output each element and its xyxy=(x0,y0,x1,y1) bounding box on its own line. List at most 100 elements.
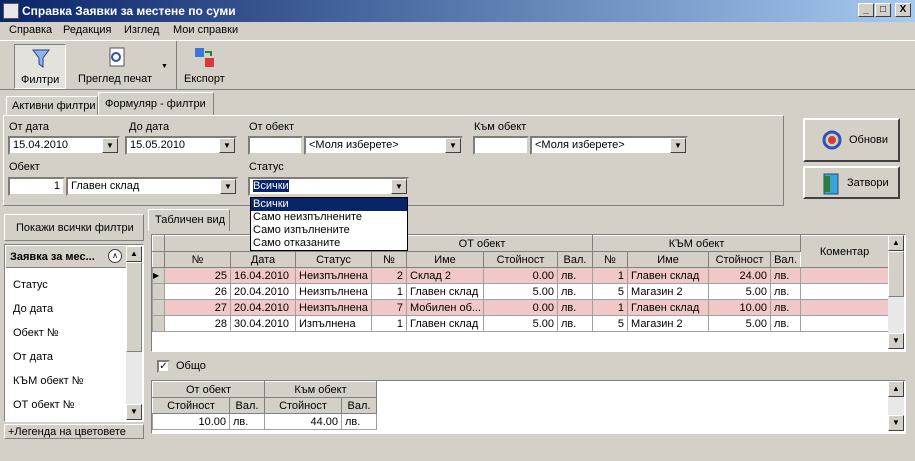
refresh-button[interactable]: Обнови xyxy=(803,118,900,162)
column-header[interactable]: № xyxy=(592,251,629,268)
close-window-button[interactable]: X xyxy=(895,3,911,17)
left-scrollbar[interactable]: ▲ ▼ xyxy=(126,246,142,420)
menu-view[interactable]: Изглед xyxy=(124,24,159,36)
filter-list-header[interactable]: Заявка за мес... ∧ xyxy=(6,246,127,268)
menu-spravka[interactable]: Справка xyxy=(9,24,52,36)
toolbar-separator xyxy=(176,41,177,89)
refresh-icon xyxy=(822,130,842,150)
to-object-code-field[interactable] xyxy=(473,136,529,155)
total-from-header: От обект xyxy=(152,381,265,398)
export-button[interactable]: Експорт xyxy=(181,44,231,89)
table-row: 10.00 лв. 44.00 лв. xyxy=(152,413,377,430)
scroll-thumb[interactable] xyxy=(126,262,142,352)
column-header[interactable]: Име xyxy=(406,251,484,268)
from-object-label: От обект xyxy=(249,121,295,133)
tab-form-filters[interactable]: Формуляр - филтри xyxy=(98,92,214,116)
grid-scrollbar[interactable]: ▲ ▼ xyxy=(888,235,904,349)
chevron-down-icon[interactable]: ▼ xyxy=(445,138,461,153)
menu-my-reports[interactable]: Мои справки xyxy=(173,24,238,36)
scroll-up-icon[interactable]: ▲ xyxy=(888,381,904,397)
total-to-header: Към обект xyxy=(264,381,377,398)
scroll-thumb[interactable] xyxy=(888,251,904,297)
status-option[interactable]: Само неизпълнените xyxy=(251,211,407,224)
column-header[interactable]: Вал. xyxy=(770,251,802,268)
to-date-field[interactable]: 15.05.2010 ▼ xyxy=(125,136,237,155)
data-grid: Заявк ОТ обект КЪМ обект Коментар № Дата… xyxy=(151,234,906,352)
object-label: Обект xyxy=(9,161,40,173)
tab-active-filters[interactable]: Активни филтри xyxy=(6,96,98,115)
list-item[interactable]: КЪМ обект № xyxy=(13,375,84,387)
column-header: Стойност xyxy=(152,397,230,414)
totals-grid: От обект Към обект Стойност Вал. Стойнос… xyxy=(151,380,906,434)
column-header[interactable]: Вал. xyxy=(556,251,594,268)
from-date-label: От дата xyxy=(9,121,49,133)
collapse-icon[interactable]: ∧ xyxy=(108,249,122,263)
column-header[interactable]: Стойност xyxy=(708,251,772,268)
total-label: Общо xyxy=(176,360,206,372)
app-icon xyxy=(3,3,19,19)
column-header[interactable]: Дата xyxy=(230,251,296,268)
funnel-icon xyxy=(32,49,50,68)
group-to-header: КЪМ обект xyxy=(592,235,802,252)
to-date-label: До дата xyxy=(129,121,170,133)
toolbar: Филтри Преглед печат ▼ Експорт xyxy=(0,40,915,90)
close-button[interactable]: Затвори xyxy=(803,166,900,199)
menu-bar: Справка Редакция Изглед Мои справки xyxy=(0,22,915,40)
chevron-down-icon[interactable]: ▼ xyxy=(391,179,407,194)
column-header[interactable]: Име xyxy=(627,251,710,268)
maximize-button[interactable]: □ xyxy=(875,3,891,17)
tab-table-view[interactable]: Табличен вид xyxy=(148,209,230,231)
object-select[interactable]: Главен склад ▼ xyxy=(66,177,238,196)
minimize-button[interactable]: _ xyxy=(858,3,874,17)
chevron-down-icon[interactable]: ▼ xyxy=(102,138,118,153)
print-dropdown-icon[interactable]: ▼ xyxy=(161,63,168,70)
from-object-code-field[interactable] xyxy=(248,136,303,155)
column-header[interactable]: № xyxy=(371,251,407,268)
status-option[interactable]: Само отказаните xyxy=(251,237,407,250)
status-dropdown-list: Всички Само неизпълнените Само изпълнени… xyxy=(250,197,408,251)
list-item[interactable]: До дата xyxy=(13,303,53,315)
list-item[interactable]: Статус xyxy=(13,279,48,291)
chevron-down-icon[interactable]: ▼ xyxy=(219,138,235,153)
show-all-filters-button[interactable]: Покажи всички филтри xyxy=(4,214,144,241)
filter-list: Заявка за мес... ∧ Статус До дата Обект … xyxy=(4,244,144,422)
object-code-field[interactable]: 1 xyxy=(8,177,65,196)
color-legend-toggle[interactable]: +Легенда на цветовете xyxy=(4,424,144,439)
column-header[interactable]: Статус xyxy=(295,251,372,268)
status-select[interactable]: Всички ▼ xyxy=(248,177,409,196)
status-option[interactable]: Всички xyxy=(251,198,407,211)
totals-scrollbar[interactable]: ▲ ▼ xyxy=(888,381,904,431)
to-object-label: Към обект xyxy=(474,121,527,133)
window-title: Справка Заявки за местене по суми xyxy=(22,4,236,18)
export-icon xyxy=(195,48,214,67)
list-item[interactable]: ОТ обект № xyxy=(13,399,75,411)
status-label: Статус xyxy=(249,161,284,173)
from-date-field[interactable]: 15.04.2010 ▼ xyxy=(8,136,120,155)
column-header[interactable]: № xyxy=(164,251,231,268)
menu-edit[interactable]: Редакция xyxy=(63,24,111,36)
list-item[interactable]: От дата xyxy=(13,351,53,363)
status-option[interactable]: Само изпълнените xyxy=(251,224,407,237)
door-icon xyxy=(823,173,839,195)
table-row[interactable]: ▶ 25 16.04.2010 Неизпълнена 2 Склад 2 0.00 лв… xyxy=(152,267,890,284)
filters-button[interactable]: Филтри xyxy=(14,44,66,89)
print-preview-icon xyxy=(109,47,125,67)
total-checkbox[interactable]: ✓ xyxy=(157,360,170,373)
scroll-down-icon[interactable]: ▼ xyxy=(888,415,904,431)
scroll-down-icon[interactable]: ▼ xyxy=(126,404,142,420)
comment-header[interactable]: Коментар xyxy=(800,235,890,268)
scroll-up-icon[interactable]: ▲ xyxy=(888,235,904,251)
chevron-down-icon[interactable]: ▼ xyxy=(220,179,236,194)
print-preview-button[interactable]: Преглед печат ▼ xyxy=(77,44,168,89)
scroll-down-icon[interactable]: ▼ xyxy=(888,333,904,349)
list-item[interactable]: Обект № xyxy=(13,327,59,339)
scroll-up-icon[interactable]: ▲ xyxy=(126,246,142,262)
table-row[interactable]: 26 20.04.2010 Неизпълнена 1 Главен склад 5.0… xyxy=(152,283,890,300)
column-header: Вал. xyxy=(341,397,377,414)
column-header[interactable]: Стойност xyxy=(483,251,558,268)
chevron-down-icon[interactable]: ▼ xyxy=(670,138,686,153)
to-object-select[interactable]: <Моля изберете> ▼ xyxy=(530,136,688,155)
from-object-select[interactable]: <Моля изберете> ▼ xyxy=(304,136,463,155)
table-row[interactable]: 27 20.04.2010 Неизпълнена 7 Мобилен об... 0.… xyxy=(152,299,890,316)
table-row[interactable]: 28 30.04.2010 Изпълнена 1 Главен склад 5.00 л… xyxy=(152,315,890,332)
